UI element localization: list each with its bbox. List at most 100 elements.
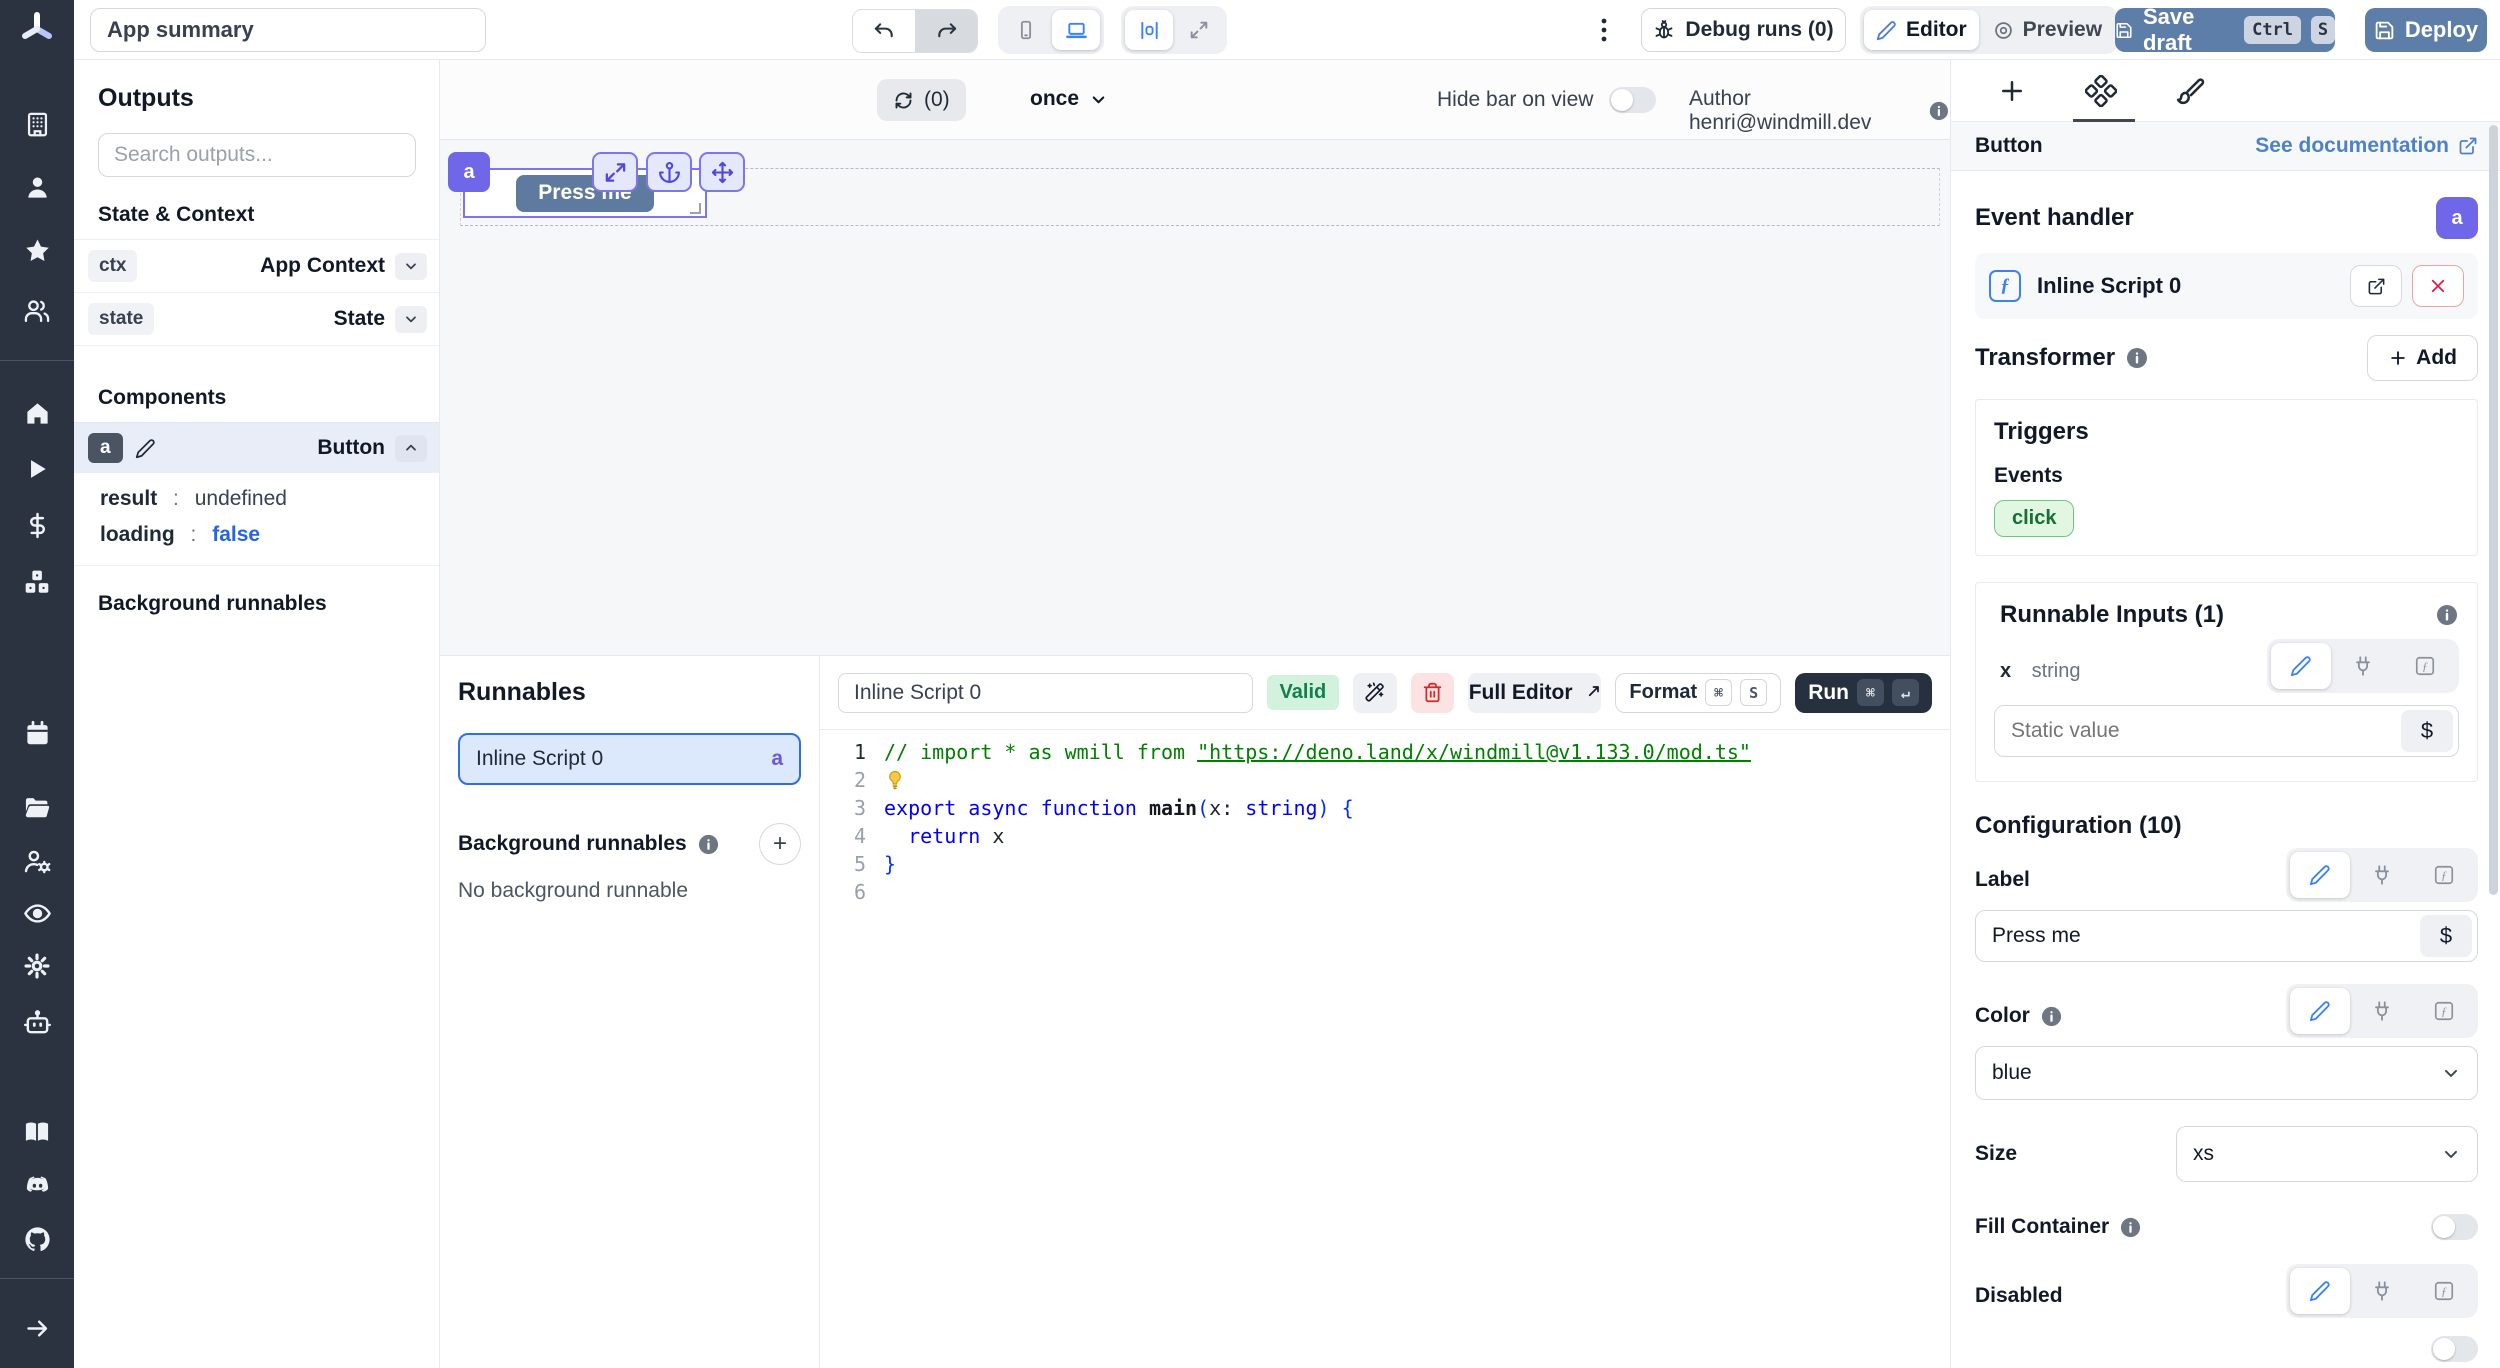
static-mode-button[interactable] — [2290, 1268, 2350, 1314]
pencil-icon — [2309, 1000, 2331, 1022]
sidebar-item-workspace[interactable] — [0, 104, 74, 144]
fill-container-toggle[interactable] — [2431, 1214, 2478, 1240]
info-icon[interactable] — [1928, 99, 1950, 123]
connect-mode-button[interactable] — [2333, 643, 2393, 689]
edit-id-pencil-icon[interactable] — [135, 438, 156, 459]
sidebar-item-favorites[interactable] — [0, 230, 74, 270]
connect-mode-button[interactable] — [2352, 988, 2412, 1034]
mobile-view-button[interactable] — [1002, 10, 1050, 50]
schedule-dropdown[interactable]: once — [1030, 87, 1108, 111]
sidebar-item-user[interactable] — [0, 167, 74, 207]
app-summary-input[interactable] — [90, 8, 486, 52]
event-handler-script-card[interactable]: ƒ Inline Script 0 — [1975, 253, 2478, 319]
static-mode-button[interactable] — [2290, 852, 2350, 898]
remove-script-button[interactable] — [2412, 265, 2464, 307]
format-button[interactable]: Format ⌘ S — [1615, 673, 1781, 713]
full-editor-button[interactable]: Full Editor — [1468, 673, 1602, 713]
search-outputs-input[interactable] — [98, 133, 416, 177]
static-value-input[interactable] — [1995, 719, 2401, 743]
sidebar-item-variables[interactable] — [0, 505, 74, 545]
label-value-input[interactable] — [1976, 924, 2420, 948]
component-id-badge: a — [88, 433, 123, 463]
state-expand-button[interactable] — [395, 306, 427, 333]
save-icon — [2374, 20, 2395, 41]
info-icon[interactable] — [2119, 1216, 2142, 1239]
ctx-expand-button[interactable] — [395, 253, 427, 280]
color-select[interactable]: blue — [1975, 1046, 2478, 1100]
ai-assistant-button[interactable] — [1353, 673, 1396, 713]
event-handler-title: Event handler — [1975, 204, 2134, 232]
undo-button[interactable] — [853, 10, 915, 52]
tab-editor[interactable]: Editor — [1864, 10, 1979, 50]
sidebar-item-schedules[interactable] — [0, 713, 74, 753]
sidebar-item-audit-logs[interactable] — [0, 893, 74, 933]
desktop-view-button[interactable] — [1052, 10, 1100, 50]
run-button[interactable]: Run ⌘ ↵ — [1795, 673, 1932, 713]
open-script-button[interactable] — [2350, 265, 2402, 307]
eval-mode-button[interactable]: ƒ — [2395, 643, 2455, 689]
hide-bar-toggle[interactable] — [1609, 87, 1656, 113]
collapse-sidebar-button[interactable] — [0, 1308, 74, 1348]
static-mode-button[interactable] — [2271, 643, 2331, 689]
connect-mode-button[interactable] — [2352, 1268, 2412, 1314]
add-transformer-button[interactable]: Add — [2367, 335, 2478, 381]
sidebar-item-workers[interactable] — [0, 1002, 74, 1042]
size-select[interactable]: xs — [2176, 1126, 2478, 1182]
move-component-button[interactable] — [699, 152, 745, 192]
script-name-input[interactable] — [838, 673, 1253, 713]
sidebar-item-discord[interactable] — [0, 1165, 74, 1205]
fullscreen-button[interactable] — [1175, 10, 1223, 50]
sidebar-item-runs[interactable] — [0, 449, 74, 489]
disabled-toggle[interactable] — [2431, 1336, 2478, 1362]
info-icon[interactable] — [2125, 346, 2149, 370]
tab-insert-plus-icon[interactable] — [1997, 76, 2027, 106]
component-collapse-button[interactable] — [395, 435, 427, 462]
loading-sep: : — [191, 523, 197, 546]
center-align-button[interactable] — [1125, 10, 1173, 50]
sidebar-item-home[interactable] — [0, 393, 74, 433]
dollar-template-button[interactable]: $ — [2401, 710, 2453, 752]
resize-handle[interactable] — [690, 203, 701, 214]
see-documentation-link[interactable]: See documentation — [2255, 134, 2478, 158]
debug-runs-button[interactable]: Debug runs (0) — [1641, 8, 1846, 52]
component-id-tag[interactable]: a — [448, 152, 490, 192]
output-row-ctx[interactable]: ctx App Context — [74, 239, 439, 292]
output-row-state[interactable]: state State — [74, 292, 439, 346]
code-content[interactable]: // import * as wmill from "https://deno.… — [884, 738, 1950, 906]
function-square-icon: ƒ — [2433, 1280, 2455, 1302]
tab-preview[interactable]: Preview — [1981, 10, 2114, 50]
panel-scrollbar[interactable] — [2489, 125, 2498, 895]
sidebar-item-github[interactable] — [0, 1219, 74, 1259]
static-mode-button[interactable] — [2290, 988, 2350, 1034]
sidebar-item-members[interactable] — [0, 291, 74, 331]
anchor-component-button[interactable] — [646, 152, 692, 192]
code-editor[interactable]: 123456 // import * as wmill from "https:… — [820, 729, 1950, 1368]
sidebar-item-docs[interactable] — [0, 1112, 74, 1152]
info-icon[interactable] — [2435, 603, 2459, 627]
eval-mode-button[interactable]: ƒ — [2414, 1268, 2474, 1314]
eval-mode-button[interactable]: ƒ — [2414, 852, 2474, 898]
more-menu-button[interactable] — [1592, 16, 1616, 44]
info-icon[interactable] — [2040, 1005, 2063, 1028]
runnable-item-inline-script-0[interactable]: Inline Script 0 a — [458, 733, 801, 785]
component-row-a[interactable]: a Button — [74, 422, 439, 473]
connect-mode-button[interactable] — [2352, 852, 2412, 898]
delete-script-button[interactable] — [1411, 673, 1454, 713]
sidebar-item-settings[interactable] — [0, 946, 74, 986]
windmill-logo[interactable] — [0, 8, 74, 48]
redo-button[interactable] — [915, 10, 977, 52]
sidebar-item-resources[interactable] — [0, 562, 74, 602]
eval-mode-button[interactable]: ƒ — [2414, 988, 2474, 1034]
add-background-runnable-button[interactable]: + — [759, 823, 801, 865]
save-draft-button[interactable]: Save draft Ctrl S — [2115, 8, 2335, 52]
sidebar-item-folders[interactable] — [0, 788, 74, 828]
outputs-title: Outputs — [98, 84, 439, 113]
info-icon[interactable] — [697, 833, 720, 856]
tab-styling-brush-icon[interactable] — [2175, 76, 2205, 106]
expand-component-button[interactable] — [592, 152, 638, 192]
refresh-runnables-button[interactable]: (0) — [877, 79, 966, 121]
deploy-button[interactable]: Deploy — [2365, 8, 2487, 52]
tab-component-settings-icon[interactable] — [2085, 75, 2117, 107]
sidebar-item-groups[interactable] — [0, 841, 74, 881]
dollar-template-button[interactable]: $ — [2420, 915, 2472, 957]
